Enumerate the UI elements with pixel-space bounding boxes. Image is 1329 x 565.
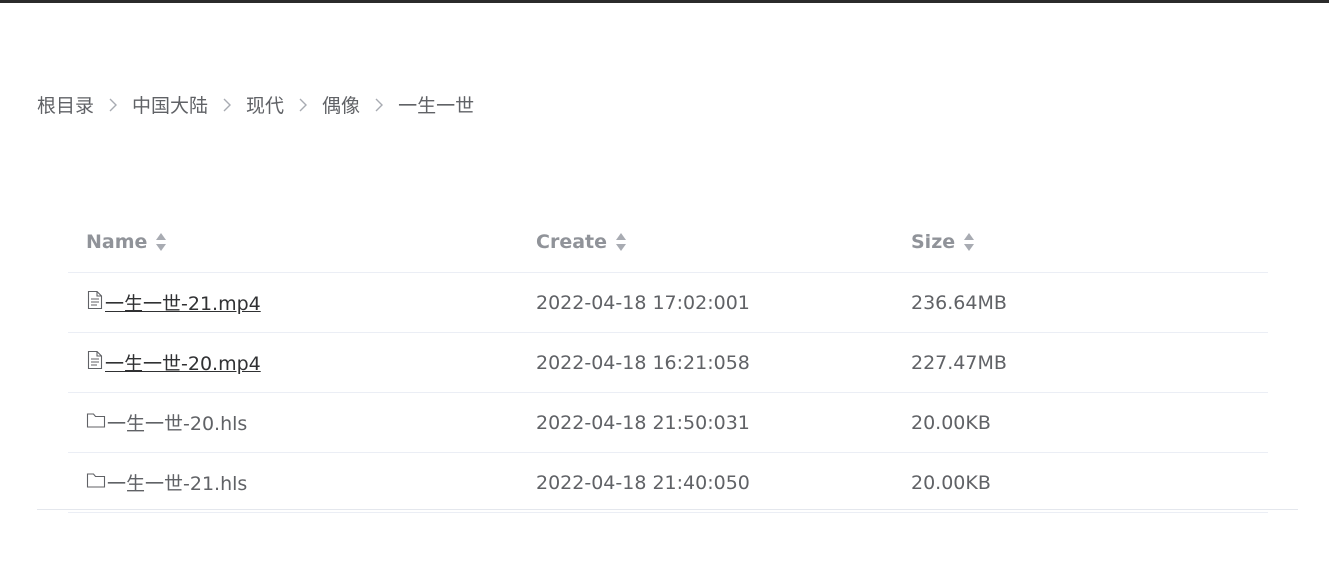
breadcrumb-item-root[interactable]: 根目录 <box>37 91 94 118</box>
table-header-row: Name Create Size <box>68 212 1268 273</box>
folder-name-cell: 一生一世-21.hls <box>86 453 247 512</box>
file-name-cell: 一生一世-21.mp4 <box>86 273 261 332</box>
document-icon <box>86 290 104 310</box>
top-border <box>0 0 1329 3</box>
table-row: 一生一世-21.hls 2022-04-18 21:40:050 20.00KB <box>68 453 1268 513</box>
file-name-cell: 一生一世-20.mp4 <box>86 333 261 392</box>
created-date-cell: 2022-04-18 16:21:058 <box>536 351 750 374</box>
column-header-name[interactable]: Name <box>86 212 167 272</box>
breadcrumb-item-modern[interactable]: 现代 <box>246 91 284 118</box>
file-name-link[interactable]: 一生一世-20.mp4 <box>105 349 261 376</box>
sort-icon[interactable] <box>615 232 627 252</box>
column-header-size-label: Size <box>911 231 956 253</box>
breadcrumb-item-idol[interactable]: 偶像 <box>322 91 360 118</box>
sort-icon[interactable] <box>963 232 975 252</box>
chevron-right-icon <box>208 95 246 113</box>
table-row: 一生一世-21.mp4 2022-04-18 17:02:001 236.64M… <box>68 273 1268 333</box>
table-row: 一生一世-20.hls 2022-04-18 21:50:031 20.00KB <box>68 393 1268 453</box>
chevron-right-icon <box>94 95 132 113</box>
breadcrumb: 根目录 中国大陆 现代 偶像 一生一世 <box>37 90 474 118</box>
file-table: Name Create Size 一生一世-21.mp4 2022-04-18 … <box>68 212 1268 513</box>
breadcrumb-item-mainland-china[interactable]: 中国大陆 <box>132 91 208 118</box>
folder-name-cell: 一生一世-20.hls <box>86 393 247 452</box>
folder-icon <box>86 411 106 429</box>
file-size-cell: 20.00KB <box>911 411 991 434</box>
chevron-right-icon <box>284 95 322 113</box>
file-size-cell: 227.47MB <box>911 351 1007 374</box>
document-icon <box>86 350 104 370</box>
sort-icon[interactable] <box>155 232 167 252</box>
chevron-right-icon <box>360 95 398 113</box>
folder-icon <box>86 471 106 489</box>
column-header-create-label: Create <box>536 231 607 253</box>
column-header-size[interactable]: Size <box>911 212 975 272</box>
table-row: 一生一世-20.mp4 2022-04-18 16:21:058 227.47M… <box>68 333 1268 393</box>
created-date-cell: 2022-04-18 17:02:001 <box>536 291 750 314</box>
table-bottom-divider <box>37 509 1298 510</box>
file-size-cell: 236.64MB <box>911 291 1007 314</box>
column-header-name-label: Name <box>86 231 148 253</box>
file-name-link[interactable]: 一生一世-21.mp4 <box>105 289 261 316</box>
column-header-create[interactable]: Create <box>536 212 627 272</box>
breadcrumb-item-current: 一生一世 <box>398 94 475 117</box>
created-date-cell: 2022-04-18 21:40:050 <box>536 471 750 494</box>
folder-name-link[interactable]: 一生一世-20.hls <box>107 409 247 436</box>
folder-name-link[interactable]: 一生一世-21.hls <box>107 469 247 496</box>
file-size-cell: 20.00KB <box>911 471 991 494</box>
created-date-cell: 2022-04-18 21:50:031 <box>536 411 750 434</box>
